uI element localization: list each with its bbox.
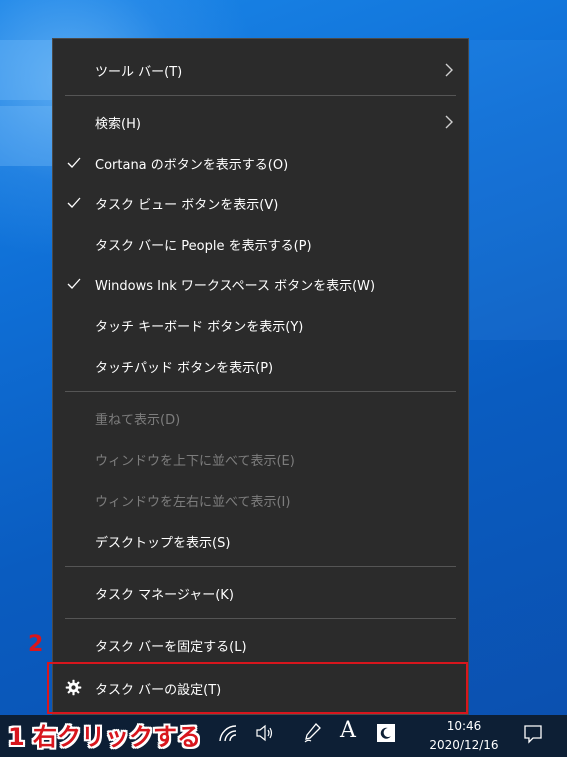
volume-icon[interactable] (255, 724, 275, 742)
moon-app-icon[interactable] (377, 724, 395, 742)
menu-item-label: タスク マネージャー(K) (95, 587, 234, 603)
menu-item-show-task-view-button[interactable]: タスク ビュー ボタンを表示(V) (53, 185, 468, 221)
chevron-right-icon (445, 63, 453, 77)
menu-item-label: ツール バー(T) (95, 64, 183, 80)
menu-item-show-people[interactable]: タスク バーに People を表示する(P) (53, 226, 468, 262)
checkmark-icon (67, 278, 81, 289)
menu-item-label: タスク バーを固定する(L) (95, 639, 247, 655)
annotation-step-1: 1 右クリックする (8, 723, 202, 751)
menu-item-label: Windows Ink ワークスペース ボタンを表示(W) (95, 278, 376, 294)
menu-item-label: タスク ビュー ボタンを表示(V) (95, 197, 279, 213)
wifi-icon[interactable] (218, 724, 240, 742)
menu-item-show-touch-keyboard-button[interactable]: タッチ キーボード ボタンを表示(Y) (53, 307, 468, 343)
menu-item-label: タッチ キーボード ボタンを表示(Y) (95, 319, 304, 335)
pen-icon[interactable] (302, 722, 322, 744)
taskbar-clock[interactable]: 10:46 2020/12/16 (410, 717, 518, 755)
notification-icon[interactable] (523, 724, 543, 744)
menu-separator (65, 95, 456, 96)
menu-item-show-touchpad-button[interactable]: タッチパッド ボタンを表示(P) (53, 348, 468, 384)
menu-item-show-windows-stacked: ウィンドウを上下に並べて表示(E) (53, 441, 468, 477)
chevron-right-icon (445, 115, 453, 129)
menu-item-task-manager[interactable]: タスク マネージャー(K) (53, 575, 468, 611)
menu-item-lock-taskbar[interactable]: タスク バーを固定する(L) (53, 627, 468, 663)
menu-item-show-windows-ink-button[interactable]: Windows Ink ワークスペース ボタンを表示(W) (53, 266, 468, 302)
menu-item-label: 重ねて表示(D) (95, 412, 181, 428)
menu-item-label: 検索(H) (95, 116, 141, 132)
menu-item-label: タッチパッド ボタンを表示(P) (95, 360, 274, 376)
menu-item-label: タスク バーに People を表示する(P) (95, 238, 312, 254)
menu-separator (65, 618, 456, 619)
menu-item-search[interactable]: 検索(H) (53, 104, 468, 140)
menu-separator (65, 566, 456, 567)
annotation-step-2: 2 (28, 632, 44, 657)
taskbar-context-menu: ツール バー(T) 検索(H) Cortana のボタンを表示する(O) タスク… (52, 38, 469, 715)
checkmark-icon (67, 157, 81, 168)
menu-item-label: ウィンドウを上下に並べて表示(E) (95, 453, 295, 469)
menu-item-label: ウィンドウを左右に並べて表示(I) (95, 494, 291, 510)
ime-icon[interactable]: A (340, 718, 356, 743)
menu-separator (65, 391, 456, 392)
menu-item-cascade-windows: 重ねて表示(D) (53, 400, 468, 436)
menu-item-show-cortana-button[interactable]: Cortana のボタンを表示する(O) (53, 145, 468, 181)
menu-item-show-desktop[interactable]: デスクトップを表示(S) (53, 523, 468, 559)
checkmark-icon (67, 197, 81, 208)
menu-item-show-windows-side-by-side: ウィンドウを左右に並べて表示(I) (53, 482, 468, 518)
menu-item-label: Cortana のボタンを表示する(O) (95, 157, 289, 173)
annotation-highlight-box (47, 662, 468, 714)
clock-date: 2020/12/16 (429, 738, 499, 752)
clock-time: 10:46 (446, 719, 482, 733)
menu-item-label: デスクトップを表示(S) (95, 535, 231, 551)
wallpaper-pane (470, 40, 567, 340)
menu-item-toolbars[interactable]: ツール バー(T) (53, 52, 468, 88)
